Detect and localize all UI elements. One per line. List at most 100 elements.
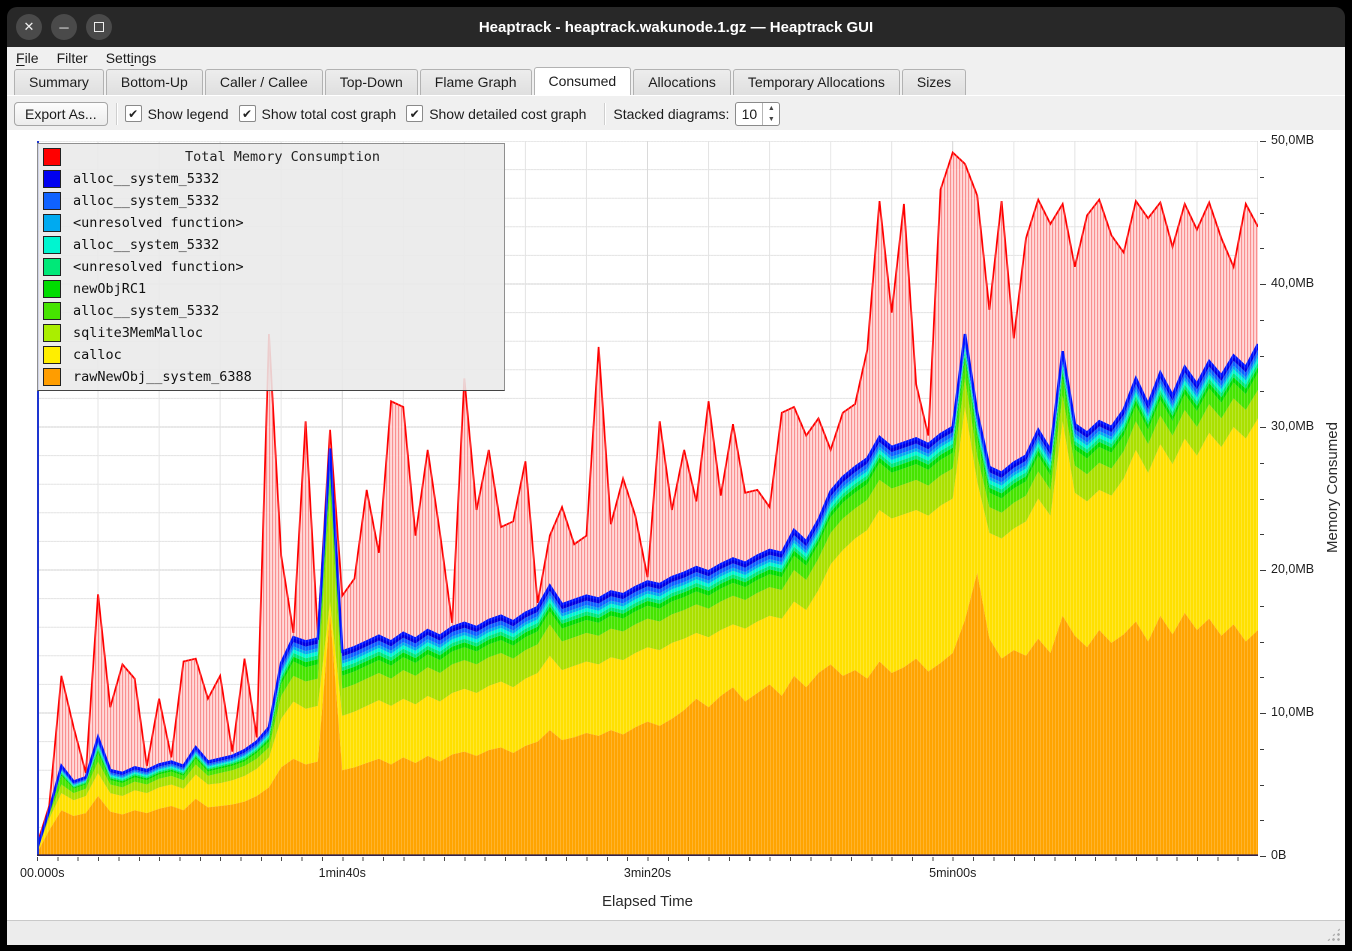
y-minor-tick [1260,391,1264,392]
close-icon[interactable]: ✕ [16,14,42,40]
legend-item: <unresolved function> [38,256,504,278]
legend-swatch [43,192,61,210]
y-minor-tick [1260,606,1264,607]
toolbar-separator [116,103,117,125]
y-tick-label: 50,0MB [1271,133,1314,147]
tab-caller-callee[interactable]: Caller / Callee [205,69,323,95]
legend-label: calloc [73,347,122,363]
checkbox-label: Show detailed cost graph [429,106,586,122]
y-tick-mark [1260,141,1266,142]
x-tick-label: 5min00s [893,866,1013,880]
legend-label: <unresolved function> [73,215,244,231]
legend-label: rawNewObj__system_6388 [73,369,252,385]
title-bar[interactable]: ✕ ─ Heaptrack - heaptrack.wakunode.1.gz … [7,7,1345,47]
checkbox-icon[interactable]: ✔ [406,105,423,122]
y-tick-label: 0B [1271,848,1286,862]
checkbox-show-detailed-cost-graph[interactable]: ✔ Show detailed cost graph [406,105,586,122]
tab-allocations[interactable]: Allocations [633,69,731,95]
legend-item: alloc__system_5332 [38,190,504,212]
legend-swatch-total [43,148,61,166]
tab-sizes[interactable]: Sizes [902,69,966,95]
window-title: Heaptrack - heaptrack.wakunode.1.gz — He… [7,19,1345,36]
legend-item: alloc__system_5332 [38,300,504,322]
toolbar: Export As... ✔ Show legend ✔ Show total cos… [7,95,1345,131]
tab-bar: SummaryBottom-UpCaller / CalleeTop-DownF… [7,68,1345,95]
tab-bottom-up[interactable]: Bottom-Up [106,69,203,95]
y-minor-tick [1260,499,1264,500]
status-bar [7,920,1345,945]
checkbox-icon[interactable]: ✔ [239,105,256,122]
export-as-button[interactable]: Export As... [14,102,108,126]
checkbox-group: ✔ Show legend ✔ Show total cost graph ✔ Show … [125,105,597,122]
x-tick-label: 00.000s [20,866,64,880]
y-minor-tick [1260,820,1264,821]
legend-swatch [43,346,61,364]
spinner-buttons: ▲ ▼ [762,103,779,125]
y-minor-tick [1260,213,1264,214]
y-minor-tick [1260,749,1264,750]
y-tick-mark [1260,713,1266,714]
y-tick-label: 20,0MB [1271,562,1314,576]
legend-item: <unresolved function> [38,212,504,234]
x-tick-label: 3min20s [588,866,708,880]
tab-temporary-allocations[interactable]: Temporary Allocations [733,69,900,95]
spinner-up-icon[interactable]: ▲ [763,103,779,114]
chart-legend[interactable]: Total Memory Consumption alloc__system_53… [37,143,505,391]
menu-item-file[interactable]: File [7,49,48,67]
checkbox-label: Show legend [148,106,229,122]
spinner-down-icon[interactable]: ▼ [763,114,779,125]
legend-label: alloc__system_5332 [73,193,219,209]
legend-swatch [43,324,61,342]
y-minor-tick [1260,785,1264,786]
y-tick-mark [1260,570,1266,571]
tab-flame-graph[interactable]: Flame Graph [420,69,532,95]
legend-label: alloc__system_5332 [73,171,219,187]
checkbox-label: Show total cost graph [262,106,397,122]
toolbar-separator [604,103,605,125]
legend-swatch [43,236,61,254]
x-axis-tick-strip [37,857,1258,861]
stacked-diagrams-label: Stacked diagrams: [613,106,729,122]
y-minor-tick [1260,248,1264,249]
maximize-icon[interactable] [86,14,112,40]
legend-item: calloc [38,344,504,366]
legend-label: alloc__system_5332 [73,303,219,319]
y-axis-title: Memory Consumed [1321,130,1343,845]
legend-label: sqlite3MemMalloc [73,325,203,341]
legend-item: alloc__system_5332 [38,168,504,190]
y-minor-tick [1260,534,1264,535]
legend-swatch [43,258,61,276]
menu-item-settings[interactable]: Settings [97,49,166,67]
legend-label: <unresolved function> [73,259,244,275]
tab-consumed[interactable]: Consumed [534,67,632,95]
legend-title: Total Memory Consumption [61,149,504,165]
y-minor-tick [1260,642,1264,643]
x-tick-label: 1min40s [282,866,402,880]
checkbox-show-total-cost-graph[interactable]: ✔ Show total cost graph [239,105,397,122]
legend-label: alloc__system_5332 [73,237,219,253]
checkbox-icon[interactable]: ✔ [125,105,142,122]
app-window: ✕ ─ Heaptrack - heaptrack.wakunode.1.gz … [0,0,1352,951]
minimize-icon[interactable]: ─ [51,14,77,40]
y-minor-tick [1260,356,1264,357]
legend-label: newObjRC1 [73,281,146,297]
legend-swatch [43,170,61,188]
tab-top-down[interactable]: Top-Down [325,69,418,95]
y-tick-mark [1260,856,1266,857]
y-tick-label: 40,0MB [1271,276,1314,290]
menu-item-filter[interactable]: Filter [48,49,97,67]
legend-swatch [43,302,61,320]
menu-bar: FileFilterSettings [7,47,1345,68]
stacked-diagrams-group: Stacked diagrams: 10 ▲ ▼ [613,102,780,126]
legend-swatch [43,368,61,386]
tab-summary[interactable]: Summary [14,69,104,95]
checkbox-show-legend[interactable]: ✔ Show legend [125,105,229,122]
stacked-diagrams-value[interactable]: 10 [736,103,762,125]
x-axis-title: Elapsed Time [37,893,1258,910]
stacked-diagrams-spinner[interactable]: 10 ▲ ▼ [735,102,780,126]
y-minor-tick [1260,463,1264,464]
resize-grip-icon[interactable] [1326,927,1341,942]
legend-title-row: Total Memory Consumption [38,146,504,168]
legend-item: sqlite3MemMalloc [38,322,504,344]
y-tick-mark [1260,284,1266,285]
